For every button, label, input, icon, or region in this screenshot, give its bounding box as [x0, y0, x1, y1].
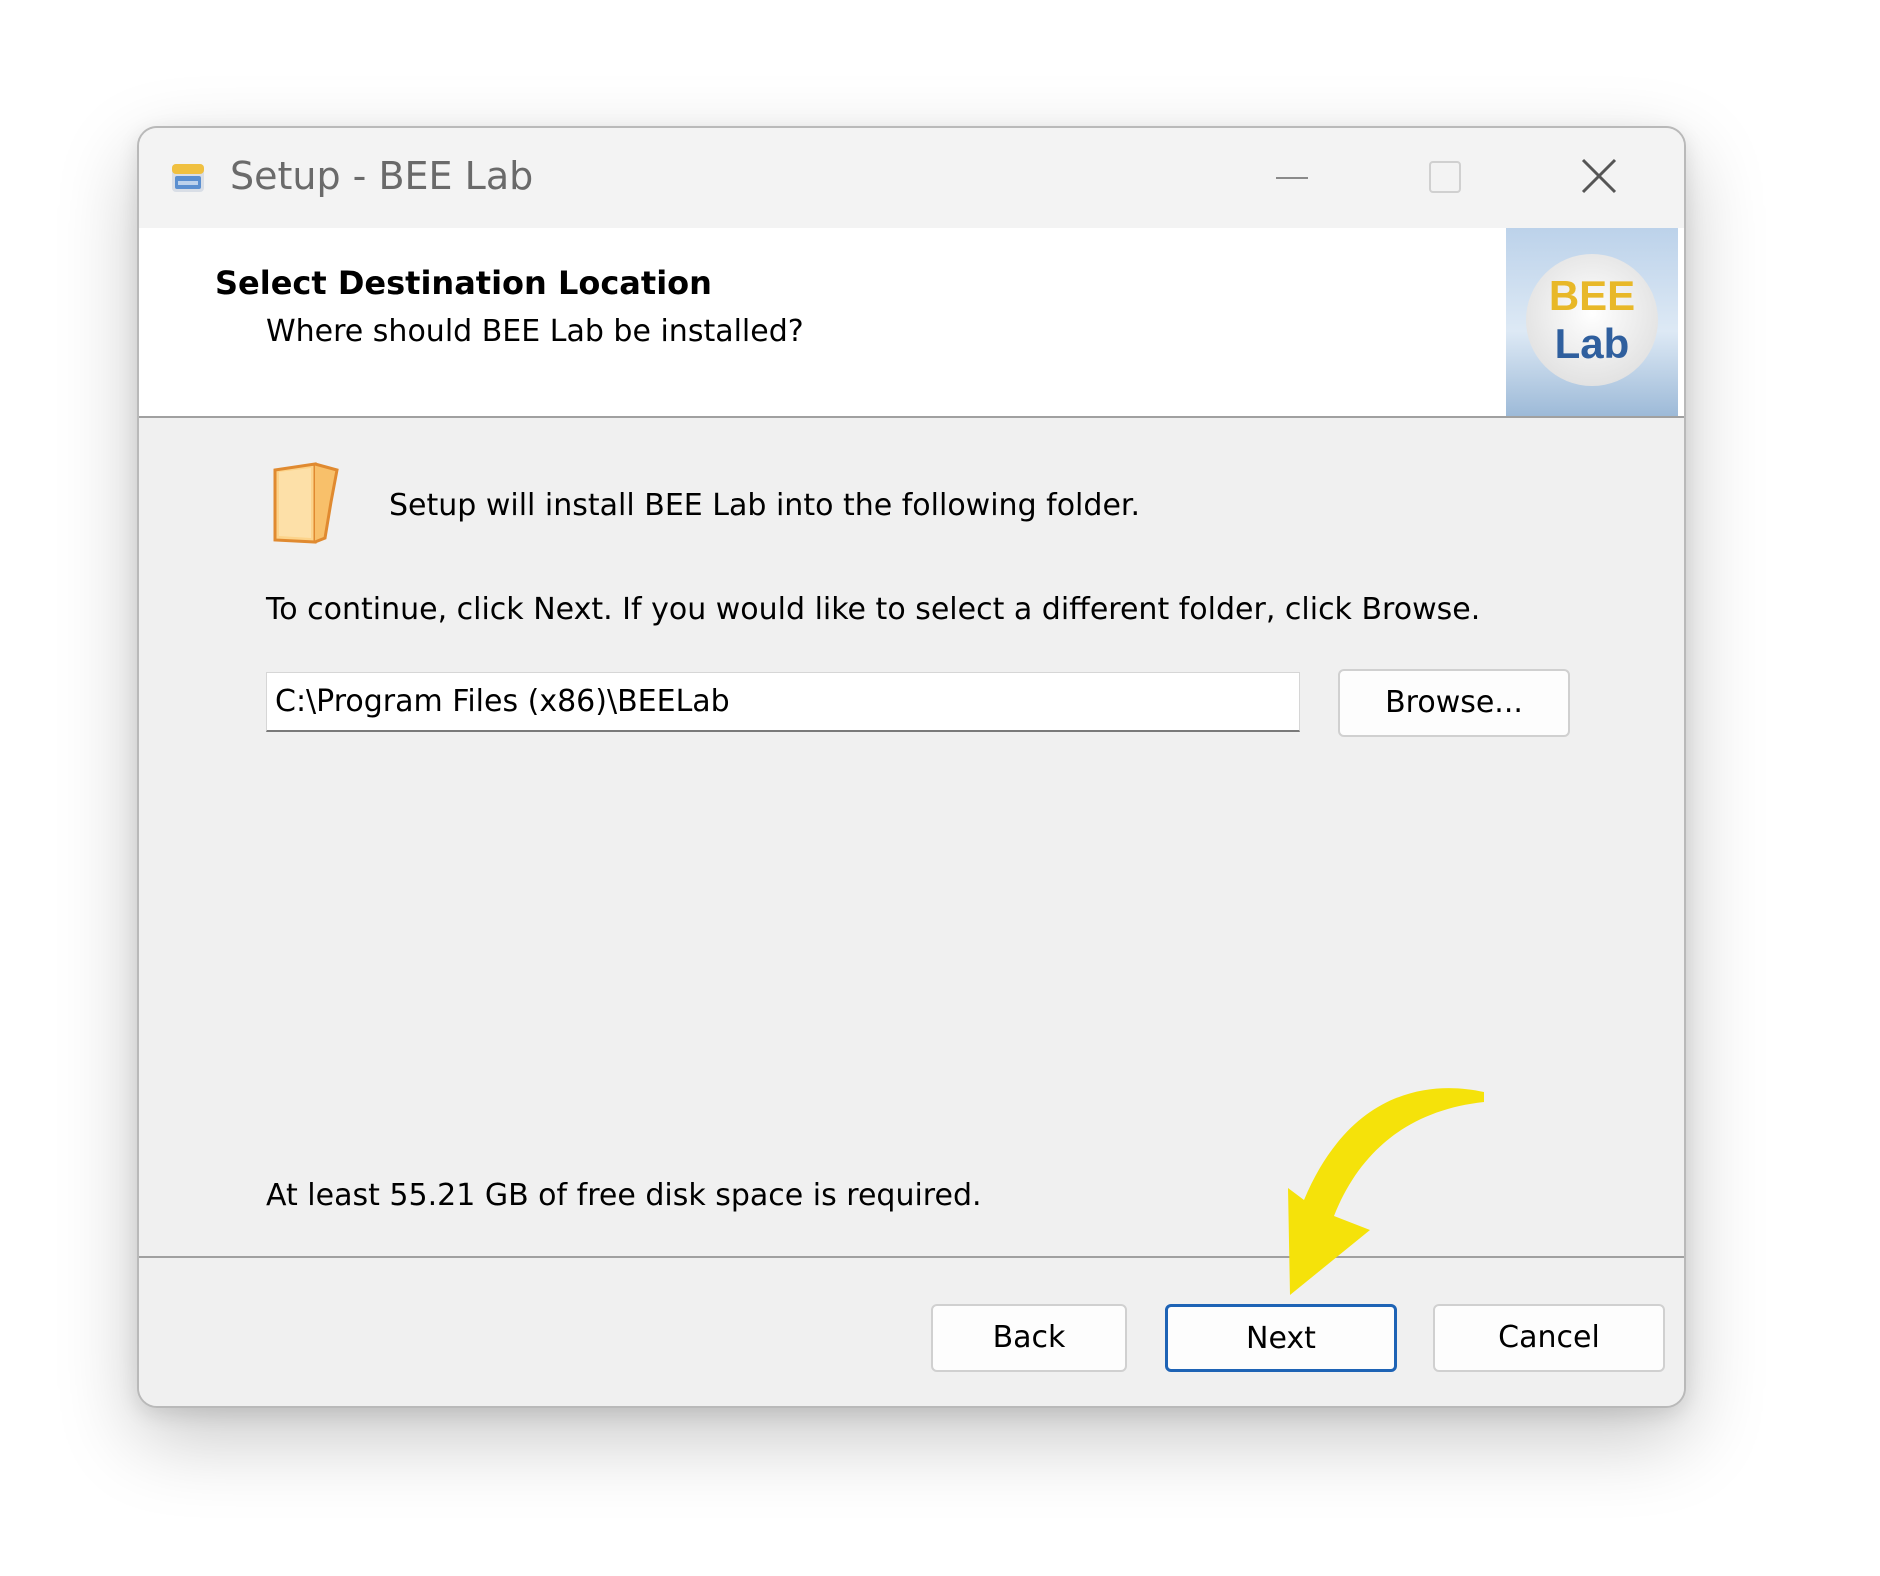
disk-space-text: At least 55.21 GB of free disk space is … [266, 1178, 982, 1213]
close-button[interactable] [1539, 128, 1659, 228]
logo-text-top: BEE [1549, 272, 1635, 319]
window-title: Setup - BEE Lab [230, 154, 534, 198]
page-title: Select Destination Location [215, 264, 712, 302]
back-button[interactable]: Back [931, 1304, 1127, 1372]
logo-text-bottom: Lab [1555, 320, 1630, 367]
next-button[interactable]: Next [1165, 1304, 1397, 1372]
instruction-text: To continue, click Next. If you would li… [266, 592, 1481, 627]
intro-text: Setup will install BEE Lab into the foll… [389, 488, 1141, 523]
page-subtitle: Where should BEE Lab be installed? [266, 314, 804, 349]
minimize-button[interactable] [1232, 128, 1352, 228]
folder-icon [273, 462, 339, 544]
install-path-input[interactable] [266, 672, 1300, 732]
maximize-icon [1429, 161, 1461, 193]
title-bar: Setup - BEE Lab [139, 128, 1684, 228]
browse-button[interactable]: Browse... [1338, 669, 1570, 737]
maximize-button[interactable] [1384, 128, 1504, 228]
wizard-footer: Back Next Cancel [139, 1256, 1684, 1406]
setup-window: Setup - BEE Lab Select Destination Locat… [137, 126, 1686, 1408]
minimize-icon [1276, 177, 1308, 179]
app-icon [172, 164, 204, 192]
bee-lab-logo: BEE Lab [1506, 228, 1678, 416]
cancel-button[interactable]: Cancel [1433, 1304, 1665, 1372]
close-icon [1581, 158, 1617, 194]
wizard-header: Select Destination Location Where should… [139, 228, 1684, 418]
wizard-body: Setup will install BEE Lab into the foll… [139, 418, 1684, 1256]
